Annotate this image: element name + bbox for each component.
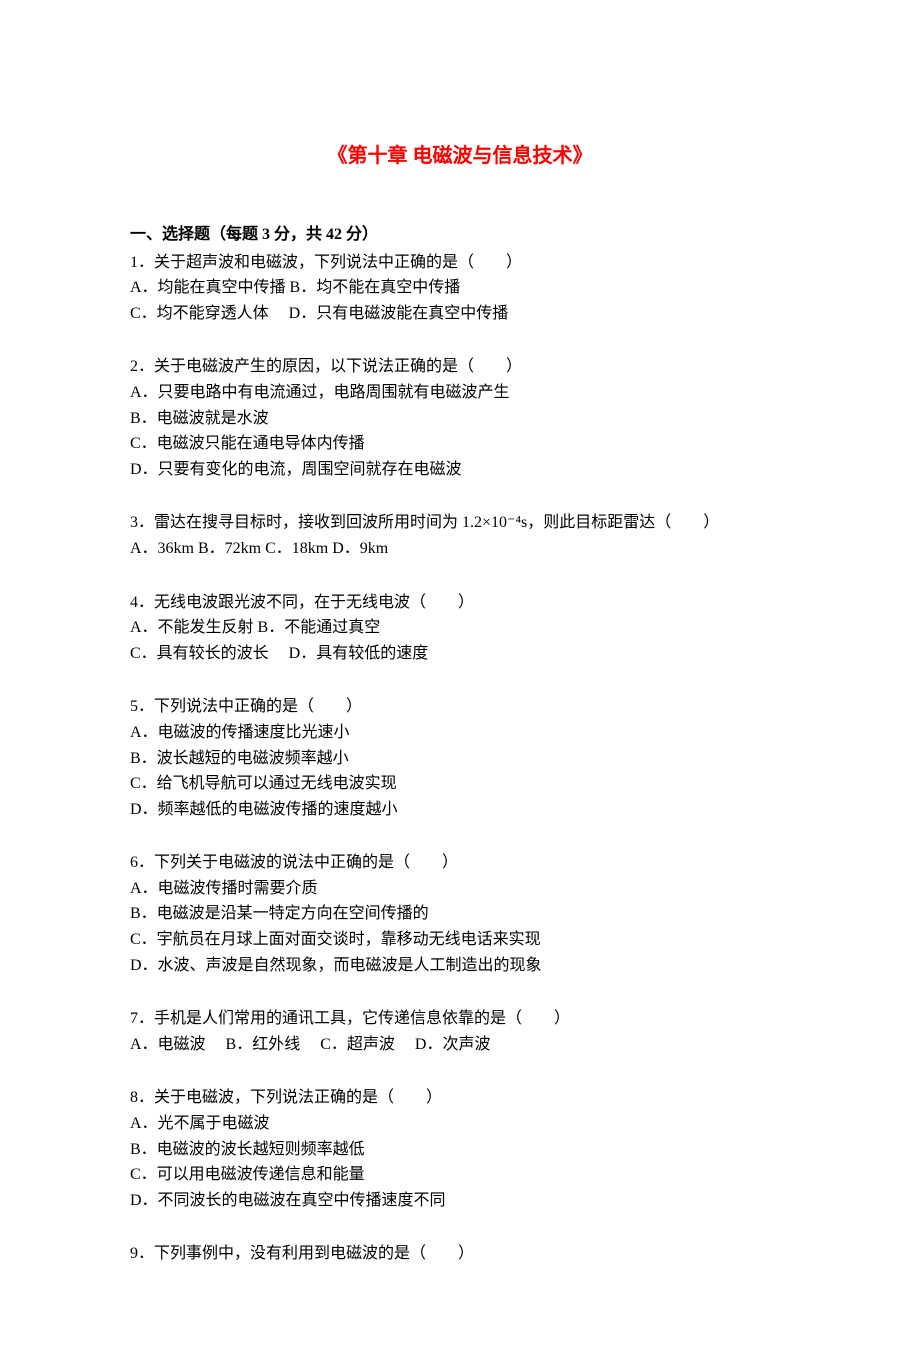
question-stem: 2．关于电磁波产生的原因，以下说法正确的是（ ） [130, 354, 790, 380]
option-line: B．电磁波是沿某一特定方向在空间传播的 [130, 901, 790, 927]
question-stem: 7．手机是人们常用的通讯工具，它传递信息依靠的是（ ） [130, 1006, 790, 1032]
question-stem: 6．下列关于电磁波的说法中正确的是（ ） [130, 850, 790, 876]
option-line: C．均不能穿透人体 D．只有电磁波能在真空中传播 [130, 301, 790, 327]
option-line: C．电磁波只能在通电导体内传播 [130, 431, 790, 457]
option-line: D．只要有变化的电流，周围空间就存在电磁波 [130, 457, 790, 483]
question-5: 5．下列说法中正确的是（ ） A．电磁波的传播速度比光速小 B．波长越短的电磁波… [130, 694, 790, 822]
question-7: 7．手机是人们常用的通讯工具，它传递信息依靠的是（ ） A．电磁波 B．红外线 … [130, 1006, 790, 1057]
option-line: D．频率越低的电磁波传播的速度越小 [130, 797, 790, 823]
option-line: C．可以用电磁波传递信息和能量 [130, 1162, 790, 1188]
question-stem: 1．关于超声波和电磁波，下列说法中正确的是（ ） [130, 250, 790, 276]
option-line: A．电磁波 B．红外线 C．超声波 D．次声波 [130, 1032, 790, 1058]
option-line: B．电磁波的波长越短则频率越低 [130, 1137, 790, 1163]
question-2: 2．关于电磁波产生的原因，以下说法正确的是（ ） A．只要电路中有电流通过，电路… [130, 354, 790, 482]
option-line: C．给飞机导航可以通过无线电波实现 [130, 771, 790, 797]
chapter-title: 《第十章 电磁波与信息技术》 [130, 140, 790, 172]
question-3: 3．雷达在搜寻目标时，接收到回波所用时间为 1.2×10⁻⁴s，则此目标距雷达（… [130, 510, 790, 561]
question-1: 1．关于超声波和电磁波，下列说法中正确的是（ ） A．均能在真空中传播 B．均不… [130, 250, 790, 327]
option-line: C．宇航员在月球上面对面交谈时，靠移动无线电话来实现 [130, 927, 790, 953]
question-stem: 5．下列说法中正确的是（ ） [130, 694, 790, 720]
option-line: A．光不属于电磁波 [130, 1111, 790, 1137]
option-line: A．不能发生反射 B．不能通过真空 [130, 615, 790, 641]
option-line: D．不同波长的电磁波在真空中传播速度不同 [130, 1188, 790, 1214]
question-4: 4．无线电波跟光波不同，在于无线电波（ ） A．不能发生反射 B．不能通过真空 … [130, 590, 790, 667]
option-line: A．只要电路中有电流通过，电路周围就有电磁波产生 [130, 380, 790, 406]
option-line: A．36km B．72km C．18km D．9km [130, 536, 790, 562]
option-line: B．电磁波就是水波 [130, 406, 790, 432]
option-line: C．具有较长的波长 D．具有较低的速度 [130, 641, 790, 667]
option-line: A．均能在真空中传播 B．均不能在真空中传播 [130, 275, 790, 301]
option-line: A．电磁波的传播速度比光速小 [130, 720, 790, 746]
option-line: B．波长越短的电磁波频率越小 [130, 746, 790, 772]
option-line: D．水波、声波是自然现象，而电磁波是人工制造出的现象 [130, 953, 790, 979]
option-line: A．电磁波传播时需要介质 [130, 876, 790, 902]
question-9: 9．下列事例中，没有利用到电磁波的是（ ） [130, 1241, 790, 1267]
question-stem: 4．无线电波跟光波不同，在于无线电波（ ） [130, 590, 790, 616]
question-8: 8．关于电磁波，下列说法正确的是（ ） A．光不属于电磁波 B．电磁波的波长越短… [130, 1085, 790, 1213]
page: 《第十章 电磁波与信息技术》 一、选择题（每题 3 分，共 42 分） 1．关于… [0, 0, 920, 1355]
section-header: 一、选择题（每题 3 分，共 42 分） [130, 222, 790, 248]
question-stem: 8．关于电磁波，下列说法正确的是（ ） [130, 1085, 790, 1111]
question-6: 6．下列关于电磁波的说法中正确的是（ ） A．电磁波传播时需要介质 B．电磁波是… [130, 850, 790, 978]
question-stem: 9．下列事例中，没有利用到电磁波的是（ ） [130, 1241, 790, 1267]
question-stem: 3．雷达在搜寻目标时，接收到回波所用时间为 1.2×10⁻⁴s，则此目标距雷达（… [130, 510, 790, 536]
